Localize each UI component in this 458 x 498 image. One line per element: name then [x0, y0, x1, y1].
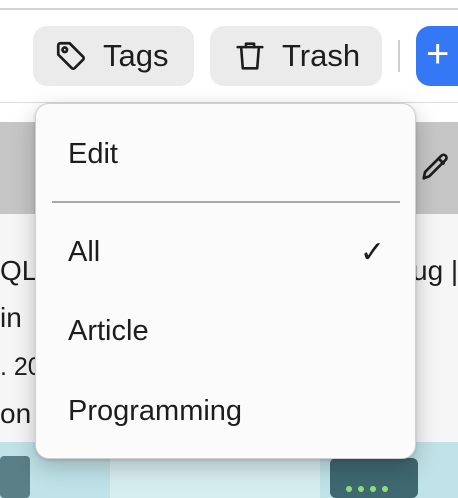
menu-item-label: Edit	[68, 137, 118, 170]
thumbnail-shape	[0, 456, 30, 498]
menu-item-article[interactable]: Article	[36, 301, 415, 361]
checkmark-icon: ✓	[359, 235, 385, 269]
card-text-line: ug |	[412, 255, 458, 286]
menu-item-edit[interactable]: Edit	[36, 124, 415, 184]
menu-item-label: All	[68, 235, 101, 268]
thumbnail-dot	[382, 486, 388, 492]
menu-item-programming[interactable]: Programming	[36, 381, 415, 441]
app-window: Tags Trash + QL in . 20 on ug | Edit All…	[0, 0, 458, 498]
thumbnail-dot	[346, 486, 352, 492]
menu-item-label: Programming	[68, 394, 243, 427]
menu-item-label: Article	[68, 314, 149, 347]
thumbnail-shape	[330, 458, 418, 498]
add-button[interactable]: +	[416, 26, 458, 86]
card-text-line: QL	[0, 255, 38, 286]
toolbar: Tags Trash +	[0, 0, 458, 104]
menu-item-all[interactable]: All ✓	[36, 222, 415, 282]
thumbnail-dot	[370, 486, 376, 492]
card-text-line: on	[0, 398, 32, 429]
card-text-line: in	[0, 302, 22, 333]
tags-button[interactable]: Tags	[33, 26, 194, 86]
trash-button[interactable]: Trash	[210, 26, 382, 86]
thumbnail-dot	[358, 486, 364, 492]
pencil-icon[interactable]	[418, 150, 452, 184]
trash-button-label: Trash	[282, 38, 361, 73]
tag-icon	[53, 38, 89, 74]
toolbar-separator	[398, 40, 400, 72]
menu-separator	[52, 201, 400, 203]
trash-icon	[232, 38, 268, 74]
tags-button-label: Tags	[103, 38, 169, 73]
toolbar-top-border	[0, 8, 458, 10]
plus-icon: +	[426, 32, 450, 76]
tags-dropdown-menu: Edit All ✓ Article Programming	[35, 103, 416, 459]
